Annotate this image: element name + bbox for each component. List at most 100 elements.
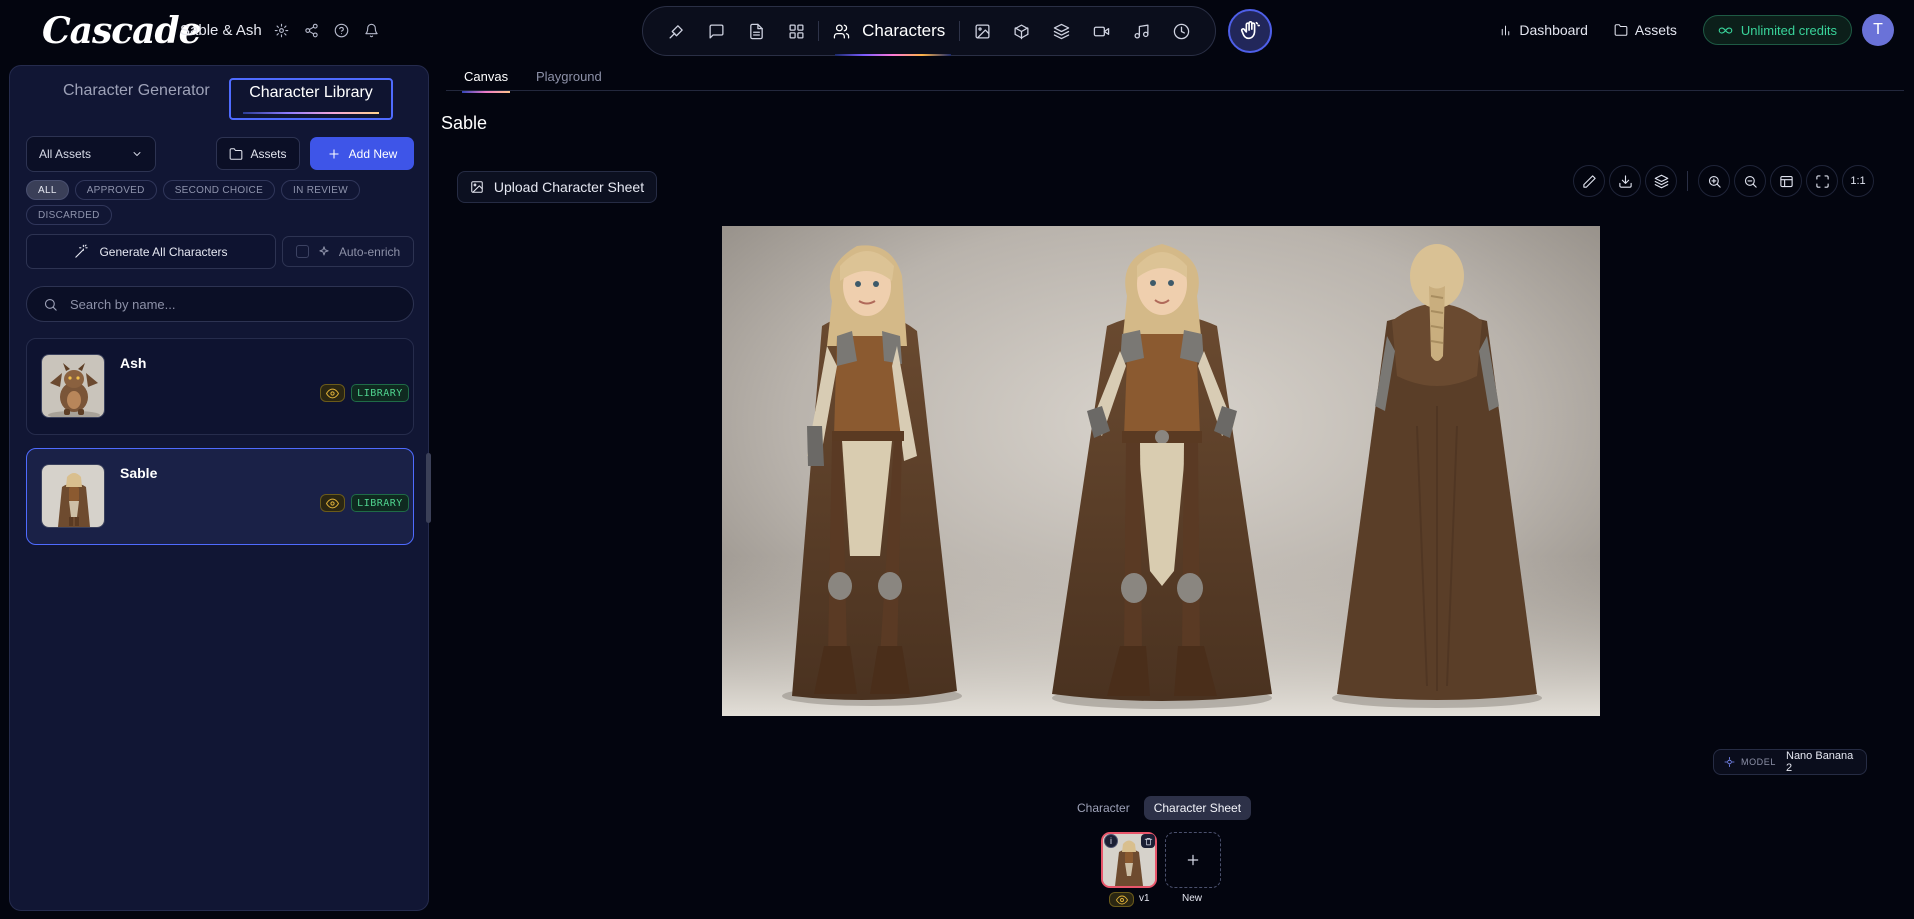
view-character-sheet-button[interactable]: Character Sheet	[1143, 796, 1252, 820]
auto-enrich-checkbox[interactable]	[295, 245, 309, 258]
generate-all-label: Generate All Characters	[99, 244, 228, 259]
music-tool-icon[interactable]	[1121, 13, 1161, 49]
version-label: v1	[1139, 893, 1150, 904]
trash-icon[interactable]	[1141, 834, 1155, 848]
character-sheet-image[interactable]	[722, 226, 1600, 716]
bell-icon[interactable]	[362, 20, 382, 40]
tab-character-library-label: Character Library	[249, 84, 373, 101]
cube-tool-icon[interactable]	[1002, 13, 1042, 49]
upload-button-label: Upload Character Sheet	[493, 179, 645, 195]
upload-character-sheet-button[interactable]: Upload Character Sheet	[457, 171, 657, 203]
fit-layout-icon[interactable]	[1770, 165, 1802, 197]
infinity-icon	[1718, 26, 1733, 34]
tab-playground[interactable]: Playground	[536, 69, 602, 84]
folder-icon	[230, 147, 243, 160]
share-icon[interactable]	[302, 20, 322, 40]
download-icon[interactable]	[1609, 165, 1641, 197]
tab-character-library[interactable]: Character Library	[229, 78, 393, 120]
viewer-toolbar-divider	[1687, 171, 1688, 191]
chip-in-review[interactable]: IN REVIEW	[281, 180, 360, 200]
grid-tool-icon[interactable]	[776, 13, 816, 49]
bar-chart-icon	[1502, 25, 1510, 35]
user-avatar[interactable]: T	[1862, 14, 1894, 46]
chat-tool-icon[interactable]	[697, 13, 737, 49]
layers-tool-icon[interactable]	[1042, 13, 1082, 49]
zoom-out-icon[interactable]	[1734, 165, 1766, 197]
help-icon[interactable]	[332, 20, 352, 40]
assets-link[interactable]: Assets	[1614, 22, 1677, 38]
info-icon[interactable]: i	[1104, 834, 1118, 848]
project-title[interactable]: Sable & Ash	[180, 22, 262, 39]
plus-icon	[1187, 854, 1199, 866]
chevron-down-icon	[133, 152, 141, 156]
settings-icon[interactable]	[272, 20, 292, 40]
character-sidebar: Character Generator Character Library Al…	[9, 65, 429, 911]
generate-all-button[interactable]: Generate All Characters	[26, 234, 276, 269]
magic-hand-icon	[1240, 21, 1260, 40]
history-tool-icon[interactable]	[1161, 13, 1201, 49]
tab-canvas[interactable]: Canvas	[461, 69, 511, 93]
assets-button-label: Assets	[250, 146, 287, 161]
asset-filter-value: All Assets	[39, 147, 92, 161]
search-icon	[44, 298, 57, 311]
fullscreen-icon[interactable]	[1806, 165, 1838, 197]
toolbar-divider	[818, 21, 820, 41]
plus-icon	[329, 148, 339, 159]
tab-character-generator[interactable]: Character Generator	[63, 82, 210, 100]
version-visibility-eye-icon[interactable]	[1109, 892, 1134, 907]
add-new-button[interactable]: Add New	[310, 137, 414, 170]
character-search	[26, 286, 414, 322]
sidebar-scrollbar[interactable]	[426, 453, 431, 523]
view-toggle: Character Character Sheet	[1067, 796, 1252, 820]
dashboard-link[interactable]: Dashboard	[1499, 22, 1588, 38]
character-title: Sable	[441, 113, 488, 133]
chip-discarded[interactable]: DISCARDED	[26, 205, 112, 225]
layers-icon[interactable]	[1645, 165, 1677, 197]
canvas-tabs: Canvas Playground	[446, 64, 1904, 93]
characters-tool[interactable]: Characters	[821, 13, 957, 56]
characters-tool-label: Characters	[862, 21, 946, 40]
search-input[interactable]	[70, 296, 390, 312]
project-header: Sable & Ash	[180, 20, 382, 40]
viewer-toolbar: 1:1	[1573, 165, 1874, 197]
credits-badge[interactable]: Unlimited credits	[1702, 15, 1852, 45]
library-badge: LIBRARY	[351, 384, 409, 402]
model-value: Nano Banana 2	[1786, 750, 1854, 774]
zoom-in-icon[interactable]	[1698, 165, 1730, 197]
chip-approved[interactable]: APPROVED	[74, 180, 157, 200]
view-character-button[interactable]: Character	[1067, 796, 1140, 820]
document-tool-icon[interactable]	[737, 13, 777, 49]
character-card-sable[interactable]: Sable LIBRARY	[26, 448, 414, 545]
asset-filter-select[interactable]: All Assets	[26, 136, 156, 172]
users-icon	[833, 23, 850, 40]
chip-all[interactable]: ALL	[26, 180, 69, 200]
brush-tool-icon[interactable]	[657, 13, 697, 49]
assets-button[interactable]: Assets	[216, 137, 300, 170]
sparkles-icon	[319, 245, 329, 255]
visibility-eye-icon[interactable]	[320, 384, 345, 402]
image-tool-icon[interactable]	[962, 13, 1002, 49]
chip-second-choice[interactable]: SECOND CHOICE	[162, 180, 276, 200]
assets-label: Assets	[1634, 22, 1677, 38]
video-tool-icon[interactable]	[1082, 13, 1122, 49]
model-gear-icon	[1724, 757, 1735, 767]
new-version-label: New	[1182, 893, 1203, 904]
cascade-logo[interactable]: Cascade	[42, 10, 202, 52]
folder-icon	[1614, 24, 1628, 36]
add-new-label: Add New	[348, 146, 398, 161]
model-label: MODEL	[1740, 757, 1776, 767]
library-badge: LIBRARY	[351, 494, 409, 512]
edit-pencil-icon[interactable]	[1573, 165, 1605, 197]
character-name: Sable	[120, 465, 158, 481]
toolbar-divider	[959, 21, 961, 41]
auto-enrich-toggle[interactable]: Auto-enrich	[282, 236, 414, 267]
magic-wand-icon	[75, 244, 89, 258]
character-thumbnail	[41, 354, 105, 418]
character-card-ash[interactable]: Ash LIBRARY	[26, 338, 414, 435]
model-indicator[interactable]: MODEL Nano Banana 2	[1713, 749, 1867, 775]
actual-size-button[interactable]: 1:1	[1842, 165, 1874, 197]
visibility-eye-icon[interactable]	[320, 494, 345, 512]
top-right-nav: Dashboard Assets Unlimited credits T	[1499, 14, 1894, 46]
magic-assistant-button[interactable]	[1228, 9, 1272, 53]
new-version-button[interactable]	[1165, 832, 1221, 888]
